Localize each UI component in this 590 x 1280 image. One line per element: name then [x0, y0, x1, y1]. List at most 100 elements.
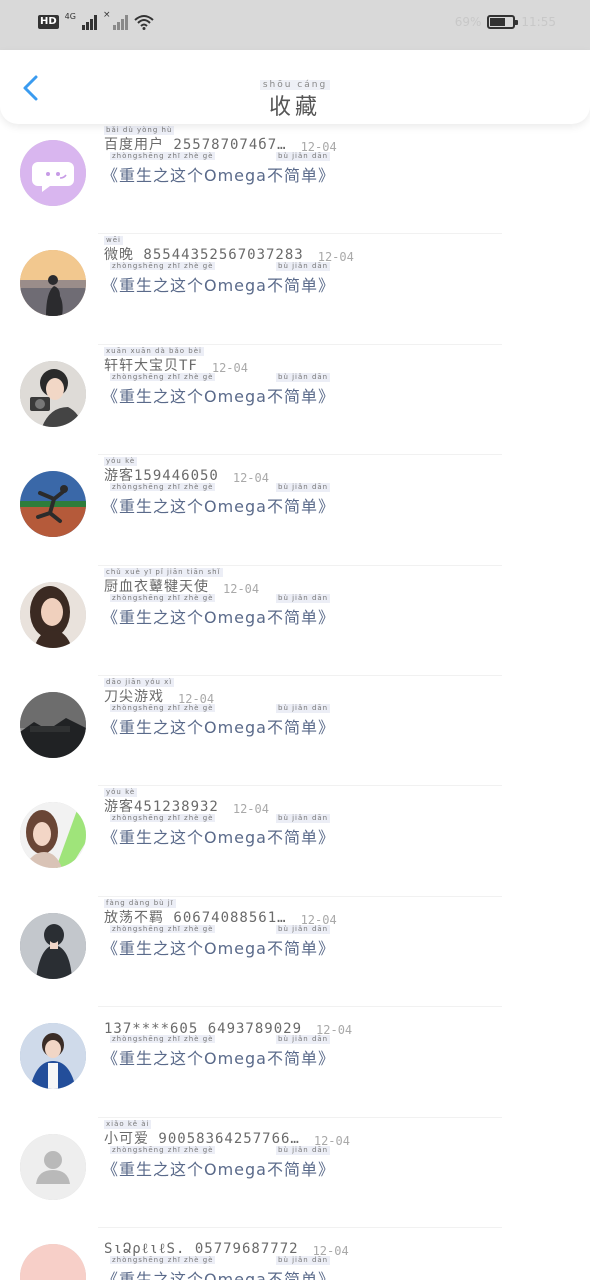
- story-pinyin: zhòngshēng zhī zhè gè bù jiǎn dān: [110, 262, 331, 272]
- default-user-icon: [20, 1133, 86, 1200]
- battery-percent: 69%: [454, 15, 482, 29]
- story-pinyin: zhòngshēng zhī zhè gè bù jiǎn dān: [110, 1255, 331, 1265]
- list-item[interactable]: SιՁρℓιℓS._05779687772 12-04 zhòngshēng zhī…: [0, 1228, 590, 1280]
- story-pinyin-b: bù jiǎn dān: [276, 1255, 331, 1265]
- avatar[interactable]: [20, 1243, 86, 1280]
- story-line[interactable]: zhòngshēng zhī zhè gè bù jiǎn dān 《重生之这个Om…: [102, 1035, 335, 1069]
- story-pinyin-a: zhòngshēng zhī zhè gè: [110, 1255, 216, 1264]
- story-pinyin-a: zhòngshēng zhī zhè gè: [110, 262, 216, 271]
- hd-badge: HD: [38, 15, 59, 29]
- list-item[interactable]: wēi 微晚_85544352567037283 12-04 zhòngshēng z…: [0, 234, 590, 346]
- chat-bubble-icon: [20, 140, 86, 206]
- user-name[interactable]: 游客159446050: [104, 465, 219, 485]
- user-name[interactable]: 轩轩大宝贝TF: [104, 355, 198, 375]
- user-line: yóu kè 游客159446050 12-04: [104, 457, 269, 485]
- user-line: fàng dàng bù jī 放荡不羁_60674088561… 12-04: [104, 898, 337, 927]
- story-pinyin-b: bù jiǎn dān: [276, 593, 331, 603]
- clock: 11:55: [521, 15, 556, 29]
- story-pinyin-b: bù jiǎn dān: [276, 262, 331, 272]
- signal-icon: [81, 14, 97, 30]
- story-line[interactable]: zhòngshēng zhī zhè gè bù jiǎn dān 《重生之这个Om…: [102, 1145, 335, 1180]
- status-bar: HD 4G × 69% 11:55: [0, 0, 590, 50]
- story-title[interactable]: 《重生之这个Omega不简单》: [102, 604, 335, 628]
- boy-photo: [20, 1023, 86, 1090]
- list-item[interactable]: fàng dàng bù jī 放荡不羁_60674088561… 12-04 zhò…: [0, 897, 590, 1008]
- user-name[interactable]: 百度用户_255787074б7…: [104, 134, 287, 154]
- user-line: xiǎo kě ài 小可爱_90058364257766… 12-04: [104, 1119, 350, 1148]
- story-pinyin-a: zhòngshēng zhī zhè gè: [110, 703, 216, 712]
- avatar[interactable]: [20, 691, 86, 758]
- story-pinyin-a: zhòngshēng zhī zhè gè: [110, 593, 216, 602]
- story-title[interactable]: 《重生之这个Omega不简单》: [102, 1266, 335, 1280]
- story-title[interactable]: 《重生之这个Omega不简单》: [102, 1156, 335, 1180]
- avatar[interactable]: [20, 1023, 86, 1090]
- wifi-icon: [133, 15, 154, 30]
- story-pinyin: zhòngshēng zhī zhè gè bù jiǎn dān: [110, 152, 331, 161]
- runner-photo: [20, 471, 86, 538]
- story-line[interactable]: zhòngshēng zhī zhè gè bù jiǎn dān 《重生之这个Om…: [102, 1255, 335, 1280]
- user-name[interactable]: 微晚_85544352567037283: [104, 244, 304, 264]
- story-pinyin-b: bù jiǎn dān: [276, 924, 331, 934]
- avatar[interactable]: [20, 250, 86, 317]
- favorite-date: 12-04: [223, 581, 260, 596]
- girl-green-photo: [20, 802, 86, 869]
- user-line: yóu kè 游客451238932 12-04: [104, 788, 269, 816]
- avatar[interactable]: [20, 471, 86, 538]
- battery-fill: [490, 18, 506, 26]
- user-name[interactable]: 游客451238932: [104, 796, 219, 816]
- story-title[interactable]: 《重生之这个Omega不简单》: [102, 383, 335, 407]
- title-wrap: shōu cáng 收藏: [0, 72, 590, 121]
- story-pinyin-b: bù jiǎn dān: [276, 483, 331, 493]
- pink-photo: [20, 1243, 86, 1280]
- list-item[interactable]: xuān xuān dà bǎo bèi 轩轩大宝贝TF 12-04 zhòngshē…: [0, 345, 590, 456]
- story-line[interactable]: zhòngshēng zhī zhè gè bù jiǎn dān 《重生之这个Om…: [102, 372, 335, 407]
- story-pinyin: zhòngshēng zhī zhè gè bù jiǎn dān: [110, 814, 331, 824]
- avatar[interactable]: [20, 140, 86, 206]
- avatar[interactable]: [20, 1133, 86, 1200]
- list-item[interactable]: chǔ xuè yī pǐ jiān tiān shǐ 厨血衣鼙犍天使 12-04 z…: [0, 566, 590, 677]
- avatar[interactable]: [20, 581, 86, 648]
- story-pinyin: zhòngshēng zhī zhè gè bù jiǎn dān: [110, 1035, 331, 1045]
- story-line[interactable]: zhòngshēng zhī zhè gè bù jiǎn dān 《重生之这个Om…: [102, 262, 335, 296]
- story-line[interactable]: zhòngshēng zhī zhè gè bù jiǎn dān 《重生之这个Om…: [102, 152, 335, 186]
- story-pinyin: zhòngshēng zhī zhè gè bù jiǎn dān: [110, 483, 331, 493]
- list-item[interactable]: dāo jiān yóu xì 刀尖游戏 12-04 zhòngshēng zhī z…: [0, 676, 590, 787]
- avatar[interactable]: [20, 360, 86, 427]
- user-line: xuān xuān dà bǎo bèi 轩轩大宝贝TF 12-04: [104, 346, 248, 375]
- user-name[interactable]: 厨血衣鼙犍天使: [104, 576, 209, 596]
- story-line[interactable]: zhòngshēng zhī zhè gè bù jiǎn dān 《重生之这个Om…: [102, 483, 335, 517]
- user-name[interactable]: 刀尖游戏: [104, 686, 164, 706]
- user-name[interactable]: 放荡不羁_60674088561…: [104, 907, 287, 927]
- dark-landscape-photo: [20, 691, 86, 758]
- list-item[interactable]: yóu kè 游客159446050 12-04 zhòngshēng zhī zhè…: [0, 455, 590, 566]
- header: shōu cáng 收藏: [0, 50, 590, 124]
- portrait-photo: [20, 581, 86, 648]
- list-item[interactable]: 137****605_6493789029 12-04 zhòngshēng zhī…: [0, 1007, 590, 1118]
- user-line: 137****605_6493789029 12-04: [104, 1011, 352, 1037]
- story-line[interactable]: zhòngshēng zhī zhè gè bù jiǎn dān 《重生之这个Om…: [102, 703, 335, 738]
- story-line[interactable]: zhòngshēng zhī zhè gè bù jiǎn dān 《重生之这个Om…: [102, 593, 335, 628]
- story-line[interactable]: zhòngshēng zhī zhè gè bù jiǎn dān 《重生之这个Om…: [102, 814, 335, 848]
- page-title: 收藏: [268, 95, 321, 120]
- story-title[interactable]: 《重生之这个Omega不简单》: [102, 824, 335, 848]
- avatar[interactable]: [20, 802, 86, 869]
- story-pinyin-a: zhòngshēng zhī zhè gè: [110, 814, 216, 823]
- user-line: dāo jiān yóu xì 刀尖游戏 12-04: [104, 677, 214, 706]
- story-title[interactable]: 《重生之这个Omega不简单》: [102, 162, 335, 186]
- user-name[interactable]: 小可爱_90058364257766…: [104, 1128, 300, 1148]
- story-pinyin-b: bù jiǎn dān: [276, 372, 331, 382]
- avatar[interactable]: [20, 912, 86, 979]
- story-pinyin: zhòngshēng zhī zhè gè bù jiǎn dān: [110, 924, 331, 934]
- list-item[interactable]: bǎi dù yòng hù 百度用户_255787074б7… 12-04 zhòn…: [0, 124, 590, 235]
- story-line[interactable]: zhòngshēng zhī zhè gè bù jiǎn dān 《重生之这个Om…: [102, 924, 335, 959]
- story-title[interactable]: 《重生之这个Omega不简单》: [102, 493, 335, 517]
- list-item[interactable]: yóu kè 游客451238932 12-04 zhòngshēng zhī zhè…: [0, 786, 590, 898]
- story-title[interactable]: 《重生之这个Omega不简单》: [102, 714, 335, 738]
- list-item[interactable]: xiǎo kě ài 小可爱_90058364257766… 12-04 zhòngs…: [0, 1118, 590, 1229]
- status-right: 69% 11:55: [455, 15, 556, 29]
- story-title[interactable]: 《重生之这个Omega不简单》: [102, 1045, 335, 1069]
- sunset-photo: [20, 250, 86, 317]
- favorite-date: 12-04: [211, 360, 248, 375]
- story-title[interactable]: 《重生之这个Omega不简单》: [102, 272, 335, 296]
- story-title[interactable]: 《重生之这个Omega不简单》: [102, 935, 335, 959]
